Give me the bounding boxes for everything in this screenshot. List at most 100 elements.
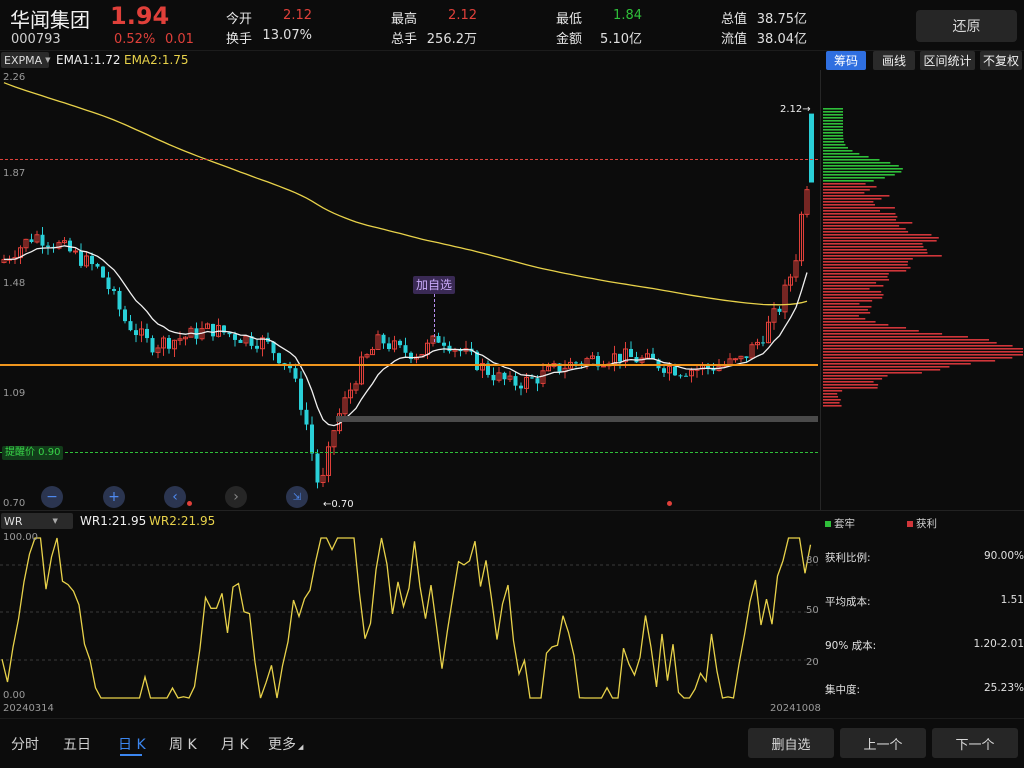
candle-body — [315, 453, 320, 483]
chip-bar — [823, 333, 943, 335]
tab-intraday[interactable]: 分时 — [11, 734, 39, 754]
candle-body — [299, 378, 303, 410]
chip-bar — [823, 312, 871, 314]
event-marker — [187, 501, 192, 506]
candle-body — [310, 424, 314, 454]
candle-body — [255, 345, 259, 349]
candle-body — [117, 290, 122, 310]
chip-bar — [823, 315, 859, 317]
chip-bar — [823, 189, 870, 191]
chip-avg-cost-label: 平均成本: — [825, 596, 871, 608]
candle-body — [673, 366, 677, 376]
chip-bar — [823, 345, 1013, 347]
candle-body — [387, 343, 391, 349]
tab-daily-k[interactable]: 日 K — [118, 734, 146, 754]
chip-bar — [823, 138, 844, 140]
scroll-left-button[interactable]: ‹ — [164, 486, 186, 508]
chip-bar — [823, 168, 903, 170]
support-line — [0, 364, 818, 366]
candle-body — [106, 277, 111, 290]
stock-code: 000793 — [11, 32, 61, 47]
wr-axis-label: 0.00 — [3, 690, 26, 701]
chip-bar — [823, 207, 895, 209]
main-indicator-dropdown[interactable]: EXPMA ▼ — [1, 52, 51, 68]
chip-bar — [823, 363, 971, 365]
candle-body — [436, 336, 441, 343]
collapse-button[interactable]: ⇲ — [286, 486, 308, 508]
chip-bar — [823, 264, 908, 266]
adjust-button[interactable]: 不复权 — [980, 51, 1022, 70]
ema1-value: EMA1:1.72 — [56, 53, 121, 67]
chip-bar — [823, 249, 927, 251]
candle-body — [502, 372, 507, 380]
wr-axis-label: 80 — [806, 555, 819, 566]
chip-profit-ratio-value: 90.00% — [983, 550, 1024, 562]
chip-bar — [823, 129, 844, 131]
next-button[interactable]: 下一个 — [932, 728, 1018, 758]
chip-bar — [823, 318, 866, 320]
previous-button[interactable]: 上一个 — [840, 728, 926, 758]
watchlist-marker-line — [434, 294, 435, 342]
chip-bar — [823, 114, 843, 116]
ema2-line — [3, 82, 808, 306]
alert-price-label[interactable]: 提醒价 0.90 — [2, 446, 64, 460]
range-stats-button[interactable]: 区间统计 — [920, 51, 975, 70]
range-bar — [336, 416, 818, 422]
chip-bar — [823, 186, 877, 188]
chip-bar — [823, 252, 928, 254]
chip-bar — [823, 126, 844, 128]
chip-bar — [823, 210, 881, 212]
date-start: 20240314 — [3, 703, 54, 714]
chip-bar — [823, 375, 888, 377]
chip-bar — [823, 330, 919, 332]
chip-bar — [823, 159, 880, 161]
tab-five-day[interactable]: 五日 — [63, 734, 91, 754]
zoom-out-button[interactable]: − — [41, 486, 63, 508]
chip-bar — [823, 366, 950, 368]
restore-button[interactable]: 还原 — [916, 10, 1017, 42]
watchlist-marker[interactable]: 加自选 — [413, 276, 456, 294]
chip-bar — [823, 258, 913, 260]
chip-bar — [823, 297, 883, 299]
sub-indicator-dropdown[interactable]: WR ▼ — [1, 513, 73, 529]
main-indicator-name: EXPMA — [4, 53, 43, 67]
chip-bar — [823, 120, 844, 122]
candle-body — [530, 377, 534, 379]
remove-watchlist-button[interactable]: 删自选 — [748, 728, 834, 758]
chip-bar — [823, 348, 1023, 350]
chip-bar — [823, 276, 888, 278]
candle-body — [304, 409, 309, 425]
change-percent: 0.52% — [114, 32, 156, 47]
chevron-down-icon: ▼ — [52, 517, 58, 525]
chip-distribution — [823, 108, 1023, 407]
change-amount: 0.01 — [165, 32, 194, 47]
plus-icon: + — [108, 489, 120, 505]
chip-bar — [823, 354, 1023, 356]
candle-body — [128, 321, 133, 331]
stat-turnover-value: 13.07% — [262, 28, 312, 43]
chip-bar — [823, 117, 844, 119]
corner-arrow-icon: ◢ — [298, 743, 304, 751]
candle-body — [79, 250, 83, 266]
candle-body — [761, 342, 765, 344]
candle-body — [73, 250, 78, 253]
zoom-in-button[interactable]: + — [103, 486, 125, 508]
tab-monthly-k[interactable]: 月 K — [221, 734, 249, 754]
chip-bar — [823, 240, 937, 242]
tab-more[interactable]: 更多 ◢ — [268, 734, 303, 754]
price-axis-label: 1.48 — [3, 278, 26, 289]
event-marker — [667, 501, 672, 506]
tab-weekly-k[interactable]: 周 K — [169, 734, 197, 754]
chip-bar — [823, 270, 907, 272]
chips-button[interactable]: 筹码 — [826, 51, 866, 70]
chip-bar — [823, 150, 853, 152]
draw-line-button[interactable]: 画线 — [873, 51, 915, 70]
chip-bar — [823, 111, 843, 113]
chip-bar — [823, 141, 845, 143]
scroll-right-button[interactable]: › — [225, 486, 247, 508]
date-end: 20241008 — [770, 703, 821, 714]
chip-bar — [823, 204, 875, 206]
last-price-line — [0, 159, 818, 160]
chip-bar — [823, 255, 942, 257]
chip-bar — [823, 306, 872, 308]
